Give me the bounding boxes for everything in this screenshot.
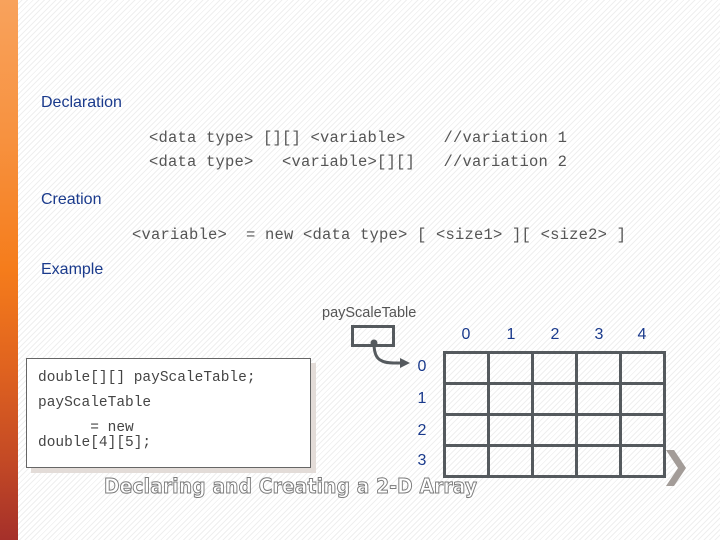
grid-cell-2-0 (443, 413, 490, 447)
heading-example: Example (41, 261, 104, 278)
grid-cell-2-4 (619, 413, 666, 447)
slide-caption: Declaring and Creating a 2-D Array (104, 474, 478, 499)
code-line-declare: double[][] payScaleTable; (38, 370, 256, 386)
grid-cell-0-2 (531, 351, 578, 385)
heading-creation: Creation (41, 191, 102, 208)
grid-cell-1-1 (487, 382, 534, 416)
grid-cell-1-4 (619, 382, 666, 416)
accent-side-bar (0, 0, 18, 540)
heading-declaration: Declaration (41, 94, 122, 111)
creation-syntax: <variable> = new <data type> [ <size1> ]… (132, 226, 627, 244)
code-line-variable: payScaleTable (38, 395, 152, 411)
column-index-4: 4 (637, 326, 647, 343)
grid-cell-1-2 (531, 382, 578, 416)
column-index-1: 1 (506, 326, 516, 343)
grid-cell-1-3 (575, 382, 622, 416)
grid-cell-3-1 (487, 444, 534, 478)
chevron-right-icon[interactable] (664, 450, 688, 486)
row-index-3: 3 (417, 452, 427, 469)
grid-cell-3-4 (619, 444, 666, 478)
grid-row (443, 351, 666, 385)
example-code-box: double[][] payScaleTable; payScaleTable … (26, 358, 311, 468)
grid-cell-3-2 (531, 444, 578, 478)
grid-row (443, 382, 666, 416)
grid-row (443, 413, 666, 447)
grid-cell-0-0 (443, 351, 490, 385)
row-index-1: 1 (417, 390, 427, 407)
grid-cell-0-3 (575, 351, 622, 385)
variable-label: payScaleTable (322, 305, 417, 321)
grid-row (443, 444, 666, 478)
code-line-size: double[4][5]; (38, 435, 152, 451)
grid-cell-3-3 (575, 444, 622, 478)
grid-cell-2-1 (487, 413, 534, 447)
grid-cell-1-0 (443, 382, 490, 416)
declaration-variation-1: <data type> [][] <variable> //variation … (149, 129, 568, 147)
array-grid (443, 351, 666, 478)
code-line-new: = new (38, 420, 134, 436)
grid-cell-0-4 (619, 351, 666, 385)
grid-cell-0-1 (487, 351, 534, 385)
grid-cell-2-3 (575, 413, 622, 447)
grid-cell-3-0 (443, 444, 490, 478)
column-index-2: 2 (550, 326, 560, 343)
arrow-pointer-icon (370, 339, 410, 368)
grid-cell-2-2 (531, 413, 578, 447)
declaration-variation-2: <data type> <variable>[][] //variation 2 (149, 153, 568, 171)
column-index-3: 3 (594, 326, 604, 343)
row-index-0: 0 (417, 358, 427, 375)
row-index-2: 2 (417, 422, 427, 439)
column-index-0: 0 (461, 326, 471, 343)
